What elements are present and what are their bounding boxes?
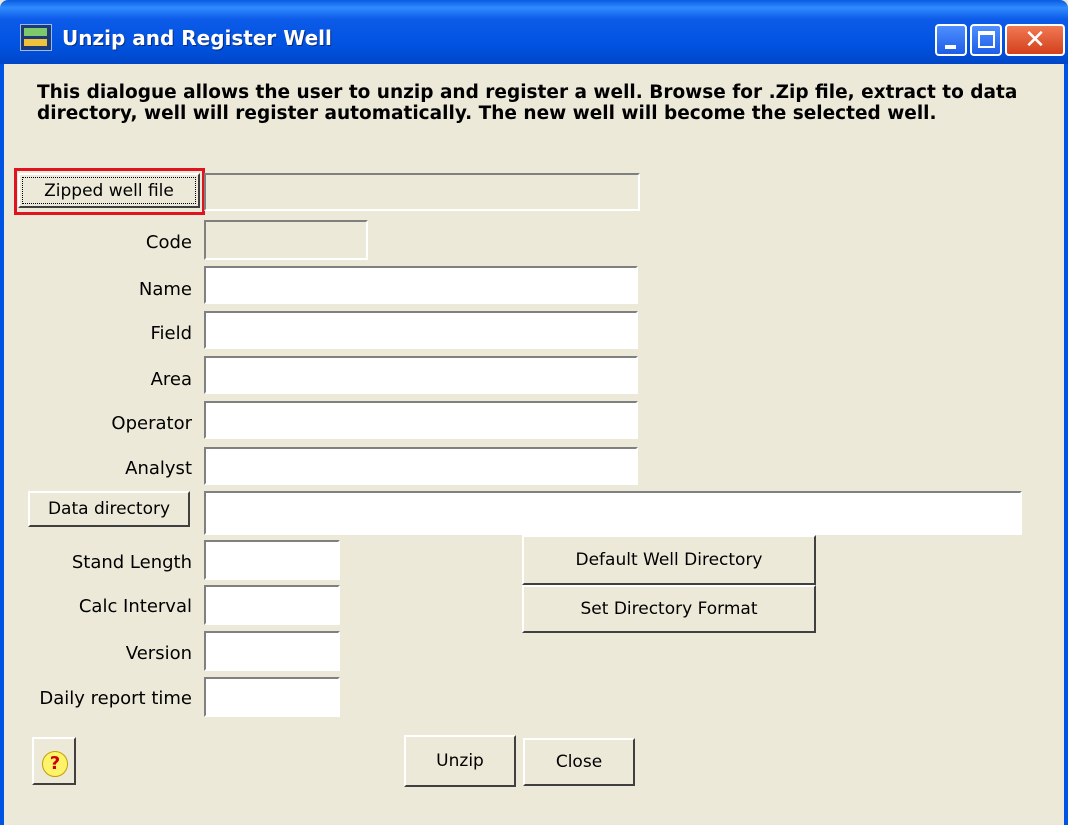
help-icon: ?	[42, 751, 68, 777]
area-field[interactable]	[204, 356, 638, 394]
help-button[interactable]: ?	[32, 737, 76, 785]
analyst-label: Analyst	[125, 458, 192, 479]
code-field[interactable]	[204, 220, 368, 260]
close-window-button[interactable]: ✕	[1005, 24, 1065, 56]
unzip-button[interactable]: Unzip	[404, 735, 516, 787]
dialog-description: This dialogue allows the user to unzip a…	[37, 82, 1018, 124]
calc-interval-label: Calc Interval	[78, 596, 192, 617]
name-label: Name	[138, 279, 192, 300]
data-directory-button[interactable]: Data directory	[28, 491, 190, 527]
daily-report-time-field[interactable]	[204, 677, 340, 717]
close-icon: ✕	[1024, 25, 1046, 55]
operator-field[interactable]	[204, 401, 638, 439]
app-icon	[20, 24, 52, 51]
minimize-icon	[945, 45, 956, 49]
field-label: Field	[150, 323, 192, 344]
window-frame-left	[0, 64, 4, 825]
default-well-directory-button[interactable]: Default Well Directory	[522, 535, 816, 585]
highlight-box	[14, 168, 205, 215]
title-bar[interactable]: Unzip and Register Well ✕	[0, 0, 1068, 64]
maximize-button[interactable]	[970, 24, 1002, 56]
operator-label: Operator	[111, 413, 192, 434]
analyst-field[interactable]	[204, 447, 638, 485]
version-field[interactable]	[204, 631, 340, 671]
maximize-icon	[978, 31, 995, 48]
zipped-well-file-field[interactable]	[204, 173, 640, 211]
minimize-button[interactable]	[935, 24, 967, 56]
window-frame-right	[1064, 64, 1068, 825]
set-directory-format-button[interactable]: Set Directory Format	[522, 585, 816, 633]
area-label: Area	[150, 369, 192, 390]
calc-interval-field[interactable]	[204, 585, 340, 625]
stand-length-label: Stand Length	[71, 552, 192, 573]
stand-length-field[interactable]	[204, 540, 340, 580]
name-field[interactable]	[204, 266, 638, 304]
window-title: Unzip and Register Well	[62, 26, 332, 50]
field-input[interactable]	[204, 311, 638, 349]
code-label: Code	[145, 232, 192, 253]
data-directory-field[interactable]	[204, 491, 1022, 535]
daily-report-time-label: Daily report time	[39, 688, 192, 709]
version-label: Version	[125, 643, 192, 664]
unzip-register-well-dialog: Unzip and Register Well ✕ This dialogue …	[0, 0, 1068, 825]
close-button[interactable]: Close	[523, 738, 635, 786]
